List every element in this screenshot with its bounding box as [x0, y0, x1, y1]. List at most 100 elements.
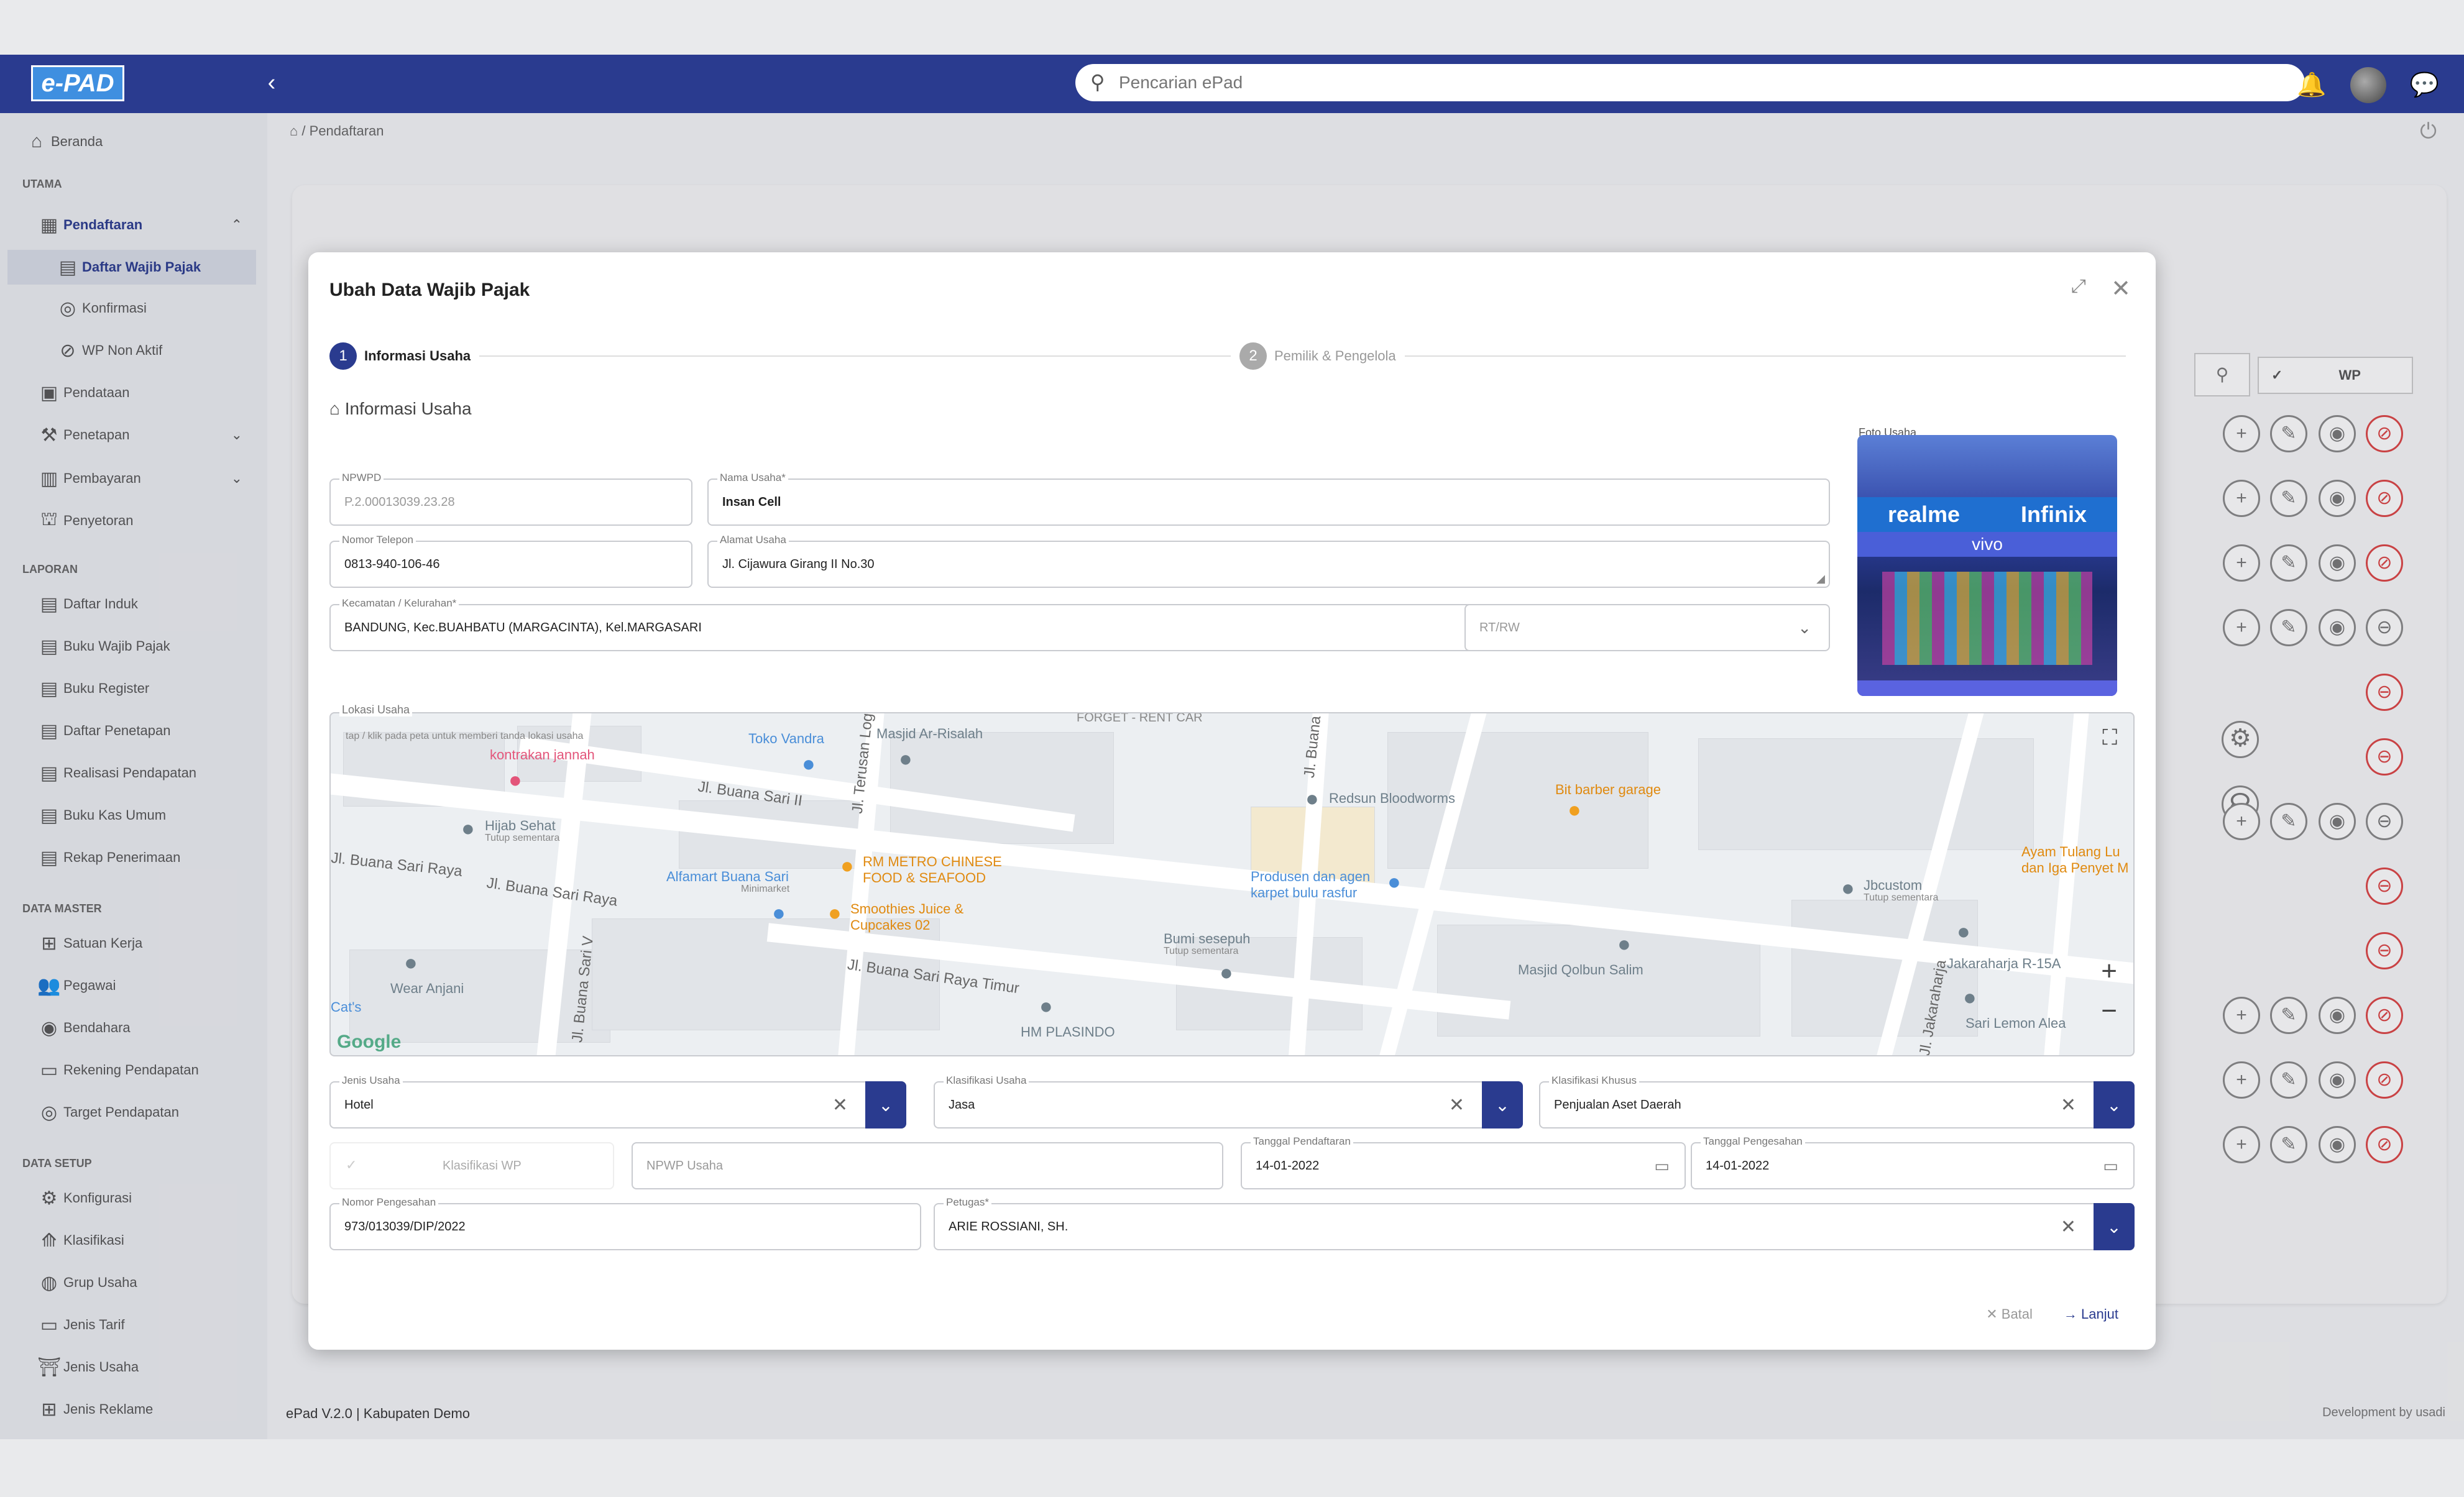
- sidebar-collapse-button[interactable]: ‹: [256, 67, 287, 98]
- map-place[interactable]: Jbcustom: [1864, 877, 1922, 894]
- step-informasi-usaha[interactable]: 1 Informasi Usaha: [329, 342, 480, 370]
- petugas-value: ARIE ROSSIANI, SH.: [949, 1219, 1069, 1234]
- map-pin-icon[interactable]: ●: [1305, 785, 1319, 812]
- nomor-pengesahan-value: 973/013039/DIP/2022: [344, 1219, 466, 1234]
- chevron-down-icon[interactable]: ⌄: [865, 1081, 906, 1128]
- map-place[interactable]: Hijab Sehat: [485, 818, 556, 834]
- klasifikasi-wp-text: Klasifikasi WP: [443, 1158, 522, 1173]
- photo-sign: realme Infinix: [1857, 497, 2117, 532]
- clear-icon[interactable]: ✕: [2061, 1083, 2076, 1127]
- search-input[interactable]: [1119, 69, 2287, 96]
- step-pemilik-pengelola[interactable]: 2 Pemilik & Pengelola: [1231, 342, 1405, 370]
- klasifikasi-usaha-select[interactable]: Klasifikasi Usaha Jasa ✕ ⌄: [934, 1074, 1523, 1128]
- lanjut-button[interactable]: → Lanjut: [2064, 1306, 2118, 1322]
- resize-handle-icon[interactable]: ◢: [1816, 572, 1825, 585]
- tanggal-pendaftaran-field[interactable]: Tanggal Pendaftaran 14-01-2022 ▭: [1241, 1135, 1686, 1189]
- kecamatan-kelurahan-field[interactable]: Kecamatan / Kelurahan* BANDUNG, Kec.BUAH…: [329, 597, 1503, 651]
- map-place[interactable]: Ayam Tulang Lu dan Iga Penyet M: [2021, 844, 2133, 876]
- map-pin-icon[interactable]: ●: [1841, 875, 1855, 901]
- map-place[interactable]: Cat's: [331, 999, 361, 1015]
- chevron-down-icon[interactable]: ⌄: [1482, 1081, 1523, 1128]
- map-place[interactable]: HM PLASINDO: [1021, 1024, 1115, 1040]
- map-pin-icon[interactable]: ●: [1963, 984, 1977, 1010]
- tanggal-pengesahan-field[interactable]: Tanggal Pengesahan 14-01-2022 ▭: [1691, 1135, 2135, 1189]
- nomor-telepon-value: 0813-940-106-46: [344, 557, 440, 571]
- chat-icon[interactable]: 💬: [2410, 71, 2439, 99]
- jenis-usaha-select[interactable]: Jenis Usaha Hotel ✕ ⌄: [329, 1074, 906, 1128]
- nomor-pengesahan-field[interactable]: Nomor Pengesahan 973/013039/DIP/2022: [329, 1196, 921, 1250]
- map-place[interactable]: Masjid Ar-Risalah: [876, 726, 983, 742]
- npwp-usaha-field[interactable]: NPWP Usaha: [632, 1142, 1223, 1189]
- clear-icon[interactable]: ✕: [832, 1083, 848, 1127]
- location-map[interactable]: tap / klik pada peta untuk memberi tanda…: [329, 712, 2135, 1056]
- map-place[interactable]: Redsun Bloodworms: [1329, 790, 1455, 807]
- map-pin-icon[interactable]: ●: [899, 746, 913, 772]
- top-bar: e-PAD ‹ ⚲ 🔔 💬: [0, 55, 2464, 113]
- map-place[interactable]: Smoothies Juice & Cupcakes 02: [850, 901, 975, 933]
- map-place[interactable]: Masjid Qolbun Salim: [1518, 962, 1643, 978]
- clear-icon[interactable]: ✕: [2061, 1204, 2076, 1249]
- map-place[interactable]: Jakaraharja R-15A: [1947, 956, 2061, 972]
- map-place[interactable]: Bit barber garage: [1555, 782, 1661, 798]
- map-street-label: Jl. Buana Sari Raya: [330, 849, 463, 881]
- close-icon[interactable]: ✕: [2111, 275, 2131, 303]
- npwpd-field[interactable]: NPWPD P.2.00013039.23.28: [329, 472, 692, 526]
- map-pin-icon[interactable]: ●: [1039, 993, 1053, 1019]
- map-place[interactable]: Wear Anjani: [390, 981, 464, 997]
- global-search[interactable]: ⚲: [1075, 64, 2305, 101]
- section-title: ⌂ Informasi Usaha: [329, 399, 472, 418]
- map-place[interactable]: Toko Vandra: [748, 731, 824, 747]
- map-pin-icon[interactable]: ●: [772, 900, 786, 926]
- map-pin-icon[interactable]: ●: [1387, 869, 1401, 895]
- business-photo[interactable]: realme Infinix vivo: [1857, 435, 2117, 696]
- map-pin-icon[interactable]: ●: [802, 751, 816, 777]
- alamat-usaha-field[interactable]: Alamat Usaha Jl. Cijawura Girang II No.3…: [707, 534, 1830, 588]
- map-pin-icon[interactable]: ●: [1568, 797, 1581, 823]
- bell-icon[interactable]: 🔔: [2297, 71, 2326, 99]
- nama-usaha-field[interactable]: Nama Usaha* Insan Cell: [707, 472, 1830, 526]
- fullscreen-icon[interactable]: ⛶: [2102, 726, 2117, 750]
- map-place[interactable]: RM METRO CHINESE FOOD & SEAFOOD: [863, 854, 1024, 886]
- map-pin-icon[interactable]: ●: [461, 815, 475, 841]
- map-place[interactable]: FORGET - RENT CAR: [1077, 713, 1203, 725]
- step-number: 2: [1239, 342, 1267, 370]
- map-place[interactable]: Bumi sesepuh: [1164, 931, 1250, 947]
- map-pin-icon[interactable]: ●: [840, 853, 854, 879]
- zoom-out-button[interactable]: −: [2101, 996, 2117, 1027]
- photo-shelf: [1882, 572, 2092, 665]
- app-frame: e-PAD ‹ ⚲ 🔔 💬 ⌂Beranda UTAMA ▦Pendaftara…: [0, 55, 2464, 1439]
- klasifikasi-khusus-select[interactable]: Klasifikasi Khusus Penjualan Aset Daerah…: [1539, 1074, 2135, 1128]
- expand-icon[interactable]: ⤢: [2071, 276, 2086, 297]
- kecamatan-value: BANDUNG, Kec.BUAHBATU (MARGACINTA), Kel.…: [344, 620, 702, 634]
- map-place-status: Minimarket: [741, 884, 790, 894]
- chevron-down-icon[interactable]: ⌄: [2094, 1081, 2135, 1128]
- avatar[interactable]: [2350, 67, 2386, 103]
- map-place[interactable]: Produsen dan agen karpet bulu rasfur: [1251, 869, 1387, 901]
- rt-rw-select[interactable]: RT/RW ⌄: [1464, 604, 1830, 651]
- klasifikasi-wp-button[interactable]: ✓ Klasifikasi WP: [329, 1142, 614, 1189]
- arrow-right-icon: →: [2063, 1306, 2077, 1322]
- map-pin-icon[interactable]: ●: [508, 767, 522, 793]
- map-road: [2042, 713, 2090, 1055]
- nomor-telepon-field[interactable]: Nomor Telepon 0813-940-106-46: [329, 534, 692, 588]
- map-place[interactable]: Alfamart Buana Sari: [666, 869, 789, 885]
- app-logo[interactable]: e-PAD: [31, 65, 124, 101]
- nama-usaha-value: Insan Cell: [722, 495, 781, 509]
- zoom-in-button[interactable]: +: [2101, 956, 2117, 987]
- petugas-select[interactable]: Petugas* ARIE ROSSIANI, SH. ✕ ⌄: [934, 1196, 2135, 1250]
- map-pin-icon[interactable]: ●: [828, 900, 842, 926]
- calendar-icon[interactable]: ▭: [2103, 1143, 2118, 1188]
- google-logo: Google: [337, 1032, 402, 1052]
- calendar-icon[interactable]: ▭: [1654, 1143, 1670, 1188]
- map-pin-icon[interactable]: ●: [1617, 931, 1631, 957]
- step-label: Pemilik & Pengelola: [1274, 348, 1396, 364]
- map-pin-icon[interactable]: ●: [404, 950, 418, 976]
- batal-button[interactable]: ✕ Batal: [1986, 1306, 2033, 1322]
- clear-icon[interactable]: ✕: [1449, 1083, 1464, 1127]
- map-pin-icon[interactable]: ●: [1220, 959, 1233, 986]
- tanggal-pendaftaran-value: 14-01-2022: [1256, 1158, 1320, 1173]
- map-place[interactable]: Sari Lemon Alea: [1965, 1015, 2066, 1032]
- map-place[interactable]: kontrakan jannah: [490, 747, 595, 763]
- chevron-down-icon[interactable]: ⌄: [2094, 1203, 2135, 1250]
- map-pin-icon[interactable]: ●: [1957, 918, 1970, 945]
